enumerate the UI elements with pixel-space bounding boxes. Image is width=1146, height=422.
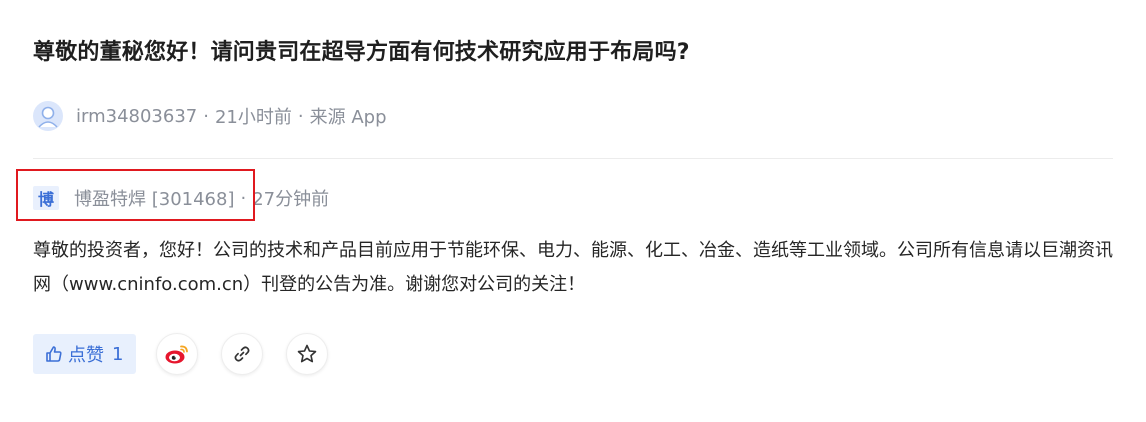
like-label: 点赞 xyxy=(68,345,104,366)
divider xyxy=(33,158,1113,159)
copy-link-button[interactable] xyxy=(221,333,264,375)
weibo-icon xyxy=(165,345,189,364)
answer-time: 27分钟前 xyxy=(252,189,330,210)
meta-separator: · xyxy=(297,105,304,127)
meta-separator: · xyxy=(203,105,209,127)
thumbs-up-icon xyxy=(46,346,62,362)
share-weibo-button[interactable] xyxy=(156,333,199,375)
user-avatar-icon xyxy=(33,101,63,131)
asker-time: 21小时前 xyxy=(214,107,292,128)
star-icon xyxy=(298,344,317,363)
question-title: 尊敬的董秘您好！请问贵司在超导方面有何技术研究应用于布局吗? xyxy=(33,40,690,65)
link-icon xyxy=(235,346,250,362)
like-count: 1 xyxy=(112,343,124,365)
highlight-annotation-box xyxy=(16,169,255,221)
action-bar: 点赞 1 xyxy=(33,333,351,375)
asker-info: irm34803637 · 21小时前 · 来源 App xyxy=(33,100,387,132)
asker-username[interactable]: irm34803637 xyxy=(76,106,197,127)
answer-text: 尊敬的投资者，您好！公司的技术和产品目前应用于节能环保、电力、能源、化工、冶金、… xyxy=(33,240,1113,295)
asker-source: 来源 App xyxy=(309,107,387,128)
like-button[interactable]: 点赞 1 xyxy=(33,334,137,374)
favorite-button[interactable] xyxy=(286,333,329,375)
